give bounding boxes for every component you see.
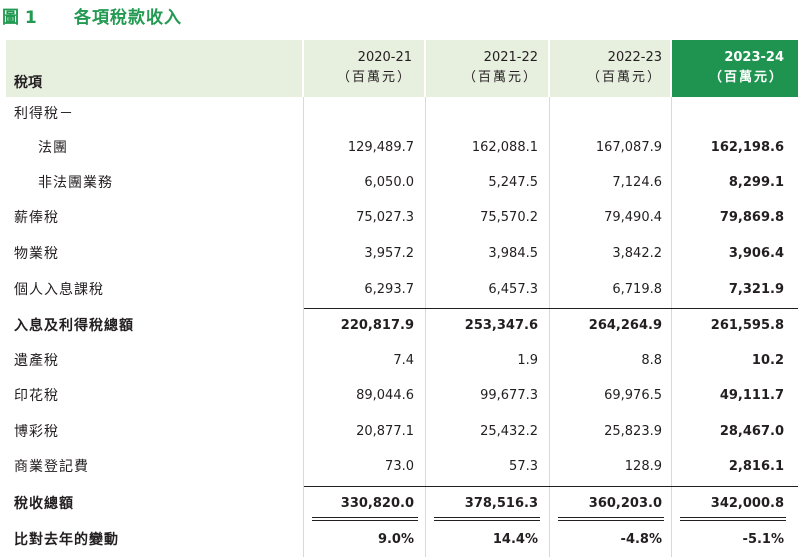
table-row: 遺產稅 7.4 1.9 8.8 10.2 [6, 344, 798, 378]
table-row-change: 比對去年的變動 9.0% 14.4% -4.8% -5.1% [6, 523, 798, 557]
figure-caption: 各項稅款收入 [74, 7, 182, 28]
table-row: 商業登記費 73.0 57.3 128.9 2,816.1 [6, 450, 798, 484]
cell-value: 6,719.8 [612, 282, 662, 297]
row-label: 印花稅 [14, 388, 59, 404]
column-header-2020-21: 2020-21 （百萬元） [304, 48, 412, 92]
column-year: 2021-22 [483, 50, 538, 65]
cell-value: 25,823.9 [604, 424, 662, 439]
total-double-underline [312, 517, 418, 521]
row-label: 博彩稅 [14, 424, 59, 440]
cell-value: 3,842.2 [612, 246, 662, 261]
row-label: 法團 [38, 140, 68, 156]
row-label: 稅收總額 [14, 496, 74, 512]
cell-value: 75,570.2 [480, 210, 538, 225]
row-label: 非法團業務 [38, 175, 113, 191]
row-label: 物業稅 [14, 246, 59, 262]
total-double-underline [434, 517, 540, 521]
cell-value: 1.9 [517, 353, 538, 368]
cell-value: 25,432.2 [480, 424, 538, 439]
cell-value: 75,027.3 [356, 210, 414, 225]
cell-value: 7.4 [393, 353, 414, 368]
table-row: 薪俸稅 75,027.3 75,570.2 79,490.4 79,869.8 [6, 201, 798, 235]
cell-value: 20,877.1 [356, 424, 414, 439]
cell-value: 73.0 [385, 459, 414, 474]
cell-value: -4.8% [620, 532, 662, 547]
cell-value: 89,044.6 [356, 388, 414, 403]
column-header-2021-22: 2021-22 （百萬元） [426, 48, 538, 92]
cell-value: 8.8 [641, 353, 662, 368]
cell-value: 9.0% [377, 532, 414, 547]
cell-value: 99,677.3 [480, 388, 538, 403]
row-label: 個人入息課稅 [14, 282, 104, 298]
cell-value: 5,247.5 [488, 175, 538, 190]
table-row: 法團 129,489.7 162,088.1 167,087.9 162,198… [6, 131, 798, 165]
table-header: 稅項 2020-21 （百萬元） 2021-22 （百萬元） 2022-23 （… [6, 40, 798, 97]
cell-value: 264,264.9 [588, 318, 662, 333]
cell-value: 8,299.1 [728, 175, 784, 190]
cell-value: 330,820.0 [340, 496, 414, 511]
total-double-underline [558, 517, 664, 521]
table-row-total: 稅收總額 330,820.0 378,516.3 360,203.0 342,0… [6, 487, 798, 521]
column-unit: （百萬元） [586, 70, 662, 85]
cell-value: 57.3 [509, 459, 538, 474]
cell-value: 6,293.7 [364, 282, 414, 297]
row-label: 商業登記費 [14, 459, 89, 475]
column-header-2023-24: 2023-24 （百萬元） [672, 48, 784, 92]
total-double-underline [680, 517, 786, 521]
cell-value: 7,321.9 [728, 282, 784, 297]
cell-value: 2,816.1 [728, 459, 784, 474]
table-row: 印花稅 89,044.6 99,677.3 69,976.5 49,111.7 [6, 379, 798, 413]
cell-value: 342,000.8 [710, 496, 784, 511]
row-label: 薪俸稅 [14, 210, 59, 226]
cell-value: 162,198.6 [710, 140, 784, 155]
row-label: 利得稅－ [14, 106, 74, 122]
column-year: 2020-21 [357, 50, 412, 65]
row-label: 入息及利得稅總額 [14, 318, 134, 334]
table-row: 博彩稅 20,877.1 25,432.2 25,823.9 28,467.0 [6, 415, 798, 449]
cell-value: 49,111.7 [719, 388, 784, 403]
cell-value: 167,087.9 [595, 140, 662, 155]
table-row: 利得稅－ [6, 97, 798, 131]
cell-value: 261,595.8 [710, 318, 784, 333]
cell-value: 7,124.6 [612, 175, 662, 190]
cell-value: 378,516.3 [464, 496, 538, 511]
column-unit: （百萬元） [462, 70, 538, 85]
cell-value: 6,457.3 [488, 282, 538, 297]
figure-title: 圖 1 各項稅款收入 [0, 0, 182, 30]
column-year: 2022-23 [607, 50, 662, 65]
table-row: 個人入息課稅 6,293.7 6,457.3 6,719.8 7,321.9 [6, 273, 798, 307]
cell-value: 360,203.0 [588, 496, 662, 511]
cell-value: 128.9 [624, 459, 662, 474]
cell-value: 79,869.8 [719, 210, 784, 225]
header-cell-background [6, 40, 302, 97]
table-row-subtotal: 入息及利得稅總額 220,817.9 253,347.6 264,264.9 2… [6, 309, 798, 343]
cell-value: 3,957.2 [364, 246, 414, 261]
column-year: 2023-24 [724, 50, 784, 65]
cell-value: 69,976.5 [604, 388, 662, 403]
cell-value: 28,467.0 [719, 424, 784, 439]
column-unit: （百萬元） [708, 70, 784, 85]
header-label-tax-item: 稅項 [14, 75, 42, 91]
cell-value: 3,906.4 [728, 246, 784, 261]
cell-value: 6,050.0 [364, 175, 414, 190]
cell-value: 3,984.5 [488, 246, 538, 261]
cell-value: 253,347.6 [464, 318, 538, 333]
row-label: 比對去年的變動 [14, 532, 119, 548]
column-unit: （百萬元） [336, 70, 412, 85]
cell-value: 14.4% [492, 532, 538, 547]
table-row: 非法團業務 6,050.0 5,247.5 7,124.6 8,299.1 [6, 166, 798, 200]
cell-value: 79,490.4 [604, 210, 662, 225]
cell-value: 129,489.7 [347, 140, 414, 155]
row-label: 遺產稅 [14, 353, 59, 369]
cell-value: 220,817.9 [340, 318, 414, 333]
cell-value: 162,088.1 [471, 140, 538, 155]
figure-number: 圖 1 [2, 7, 37, 28]
cell-value: -5.1% [742, 532, 784, 547]
table-row: 物業稅 3,957.2 3,984.5 3,842.2 3,906.4 [6, 237, 798, 271]
tax-revenue-table: 稅項 2020-21 （百萬元） 2021-22 （百萬元） 2022-23 （… [6, 40, 798, 557]
column-header-2022-23: 2022-23 （百萬元） [550, 48, 662, 92]
cell-value: 10.2 [751, 353, 784, 368]
